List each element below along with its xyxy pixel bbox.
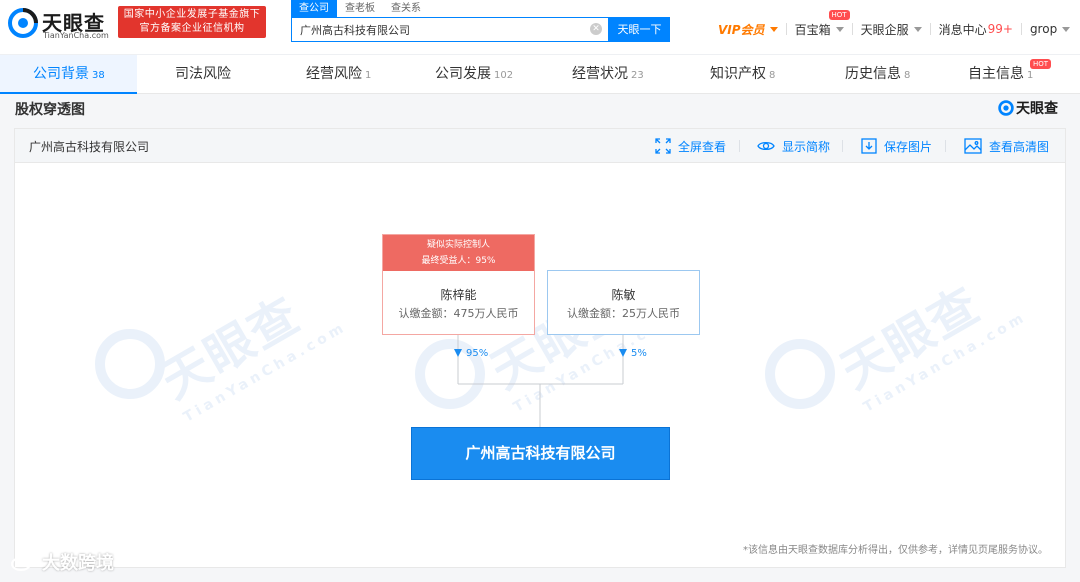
controller-tag-line2: 最终受益人：95% [421,256,496,266]
top-header: 天眼查 TianYanCha.com 国家中小企业发展子基金旗下 官方备案企业征… [0,0,1080,54]
divider [929,23,931,35]
tab-count: 1 [365,70,372,81]
message-count-badge: 99+ [987,22,1013,36]
graph-connectors [454,335,627,427]
target-company-node[interactable]: 广州高古科技有限公司 [411,427,670,480]
brand-mark: 天眼查 [998,99,1058,117]
disclaimer-text: *该信息由天眼查数据库分析得出，仅供参考，详情见页尾服务协议。 [743,545,1048,556]
tab-label: 知识产权 [710,66,766,82]
tab-count: 38 [92,70,105,81]
gov-badge-line1: 国家中小企业发展子基金旗下 [123,9,261,20]
tab-label: 司法风险 [175,66,231,82]
subscribed-amount: 认缴金额：25万人民币 [567,307,680,320]
hot-badge: HOT [828,9,850,20]
share-label-holder: 5% [631,348,647,359]
chevron-down-icon [769,26,778,32]
enterprise-menu[interactable]: 天眼企服 [861,21,922,38]
tab-company-development[interactable]: 公司发展 102 [435,55,513,94]
section-title: 股权穿透图 [15,102,85,118]
tab-label: 公司背景 [33,66,89,82]
header-nav: VIP会员 百宝箱 HOT 天眼企服 消息中心 99+ grop [718,9,1071,39]
treasure-menu[interactable]: 百宝箱 HOT [794,9,850,38]
vip-label: VIP会员 [718,22,765,37]
share-label-controller: 95% [466,348,489,359]
chevron-down-icon [835,26,844,32]
logo-mark-icon [8,8,38,38]
arrow-down-icon [619,349,627,357]
shareholder-node-controller[interactable]: 疑似实际控制人 最终受益人：95% 陈梓能 认缴金额：475万人民币 [382,234,535,335]
logo-mark-icon [998,100,1014,116]
weibo-logo-icon [11,553,35,571]
actual-controller-tag: 疑似实际控制人 最终受益人：95% [383,235,534,271]
tab-label: 历史信息 [845,66,901,82]
tab-count: 8 [904,70,911,81]
divider [1020,23,1022,35]
arrow-down-icon [454,349,462,357]
tab-self-info[interactable]: 自主信息 1 [968,55,1033,94]
tab-operating-risk[interactable]: 经营风险 1 [306,55,371,94]
tab-history-info[interactable]: 历史信息 8 [845,55,910,94]
username: grop [1029,22,1058,36]
gov-badge[interactable]: 国家中小企业发展子基金旗下 官方备案企业征信机构 [118,6,266,38]
chevron-down-icon [1062,26,1071,32]
corner-watermark: 大数跨境 [10,550,114,574]
gov-badge-line2: 官方备案企业征信机构 [139,23,245,34]
tab-count: 8 [769,70,776,81]
divider [785,23,787,35]
enterprise-label: 天眼企服 [860,22,909,37]
chevron-down-icon [913,26,922,32]
logo-domain: TianYanCha.com [43,31,109,40]
tab-count: 102 [494,70,514,81]
tab-label: 自主信息 [968,66,1024,82]
tab-count: 23 [631,70,644,81]
search-box: ✕ [291,17,609,42]
tab-company-background[interactable]: 公司背景 38 [33,55,105,94]
tab-label: 公司发展 [435,66,491,82]
corner-watermark-text: 大数跨境 [42,553,114,574]
search-button[interactable]: 天眼一下 [609,17,670,42]
search-input[interactable] [292,18,582,41]
vip-menu[interactable]: VIP会员 [718,21,778,38]
shareholder-name: 陈敏 [611,288,636,302]
treasure-label: 百宝箱 [794,22,831,37]
tab-judicial-risk[interactable]: 司法风险 [175,55,231,94]
tianyancha-logo[interactable]: 天眼查 TianYanCha.com [8,6,114,42]
subscribed-amount: 认缴金额：475万人民币 [398,307,519,320]
brand-name: 天眼查 [1016,101,1058,117]
divider [851,23,853,35]
search-tab-company[interactable]: 查公司 [291,0,337,17]
message-center-label: 消息中心 [938,22,987,37]
message-center-link[interactable]: 消息中心 99+ [939,21,1013,38]
close-icon[interactable]: ✕ [590,23,602,35]
search-type-tabs: 查公司 查老板 查关系 [291,0,429,17]
equity-penetration-panel: 天眼查 TianYanCha.com 天眼查 TianYanCha.com 天眼查 T… [14,128,1066,568]
tab-business-status[interactable]: 经营状况 23 [572,55,644,94]
company-tab-bar: 公司背景 38 司法风险 经营风险 1 公司发展 102 经营状况 23 知识产权 8 历… [0,54,1080,94]
tab-label: 经营风险 [306,66,362,82]
controller-tag-line1: 疑似实际控制人 [426,240,490,250]
tab-count: 1 [1027,70,1034,81]
shareholder-node[interactable]: 陈敏 认缴金额：25万人民币 [547,270,700,335]
tab-intellectual-property[interactable]: 知识产权 8 [710,55,775,94]
tab-label: 经营状况 [572,66,628,82]
search-tab-boss[interactable]: 查老板 [337,0,383,17]
user-menu[interactable]: grop [1029,22,1071,36]
search-tab-relation[interactable]: 查关系 [383,0,429,17]
hot-badge: HOT [1030,59,1052,69]
shareholder-name: 陈梓能 [440,288,477,302]
